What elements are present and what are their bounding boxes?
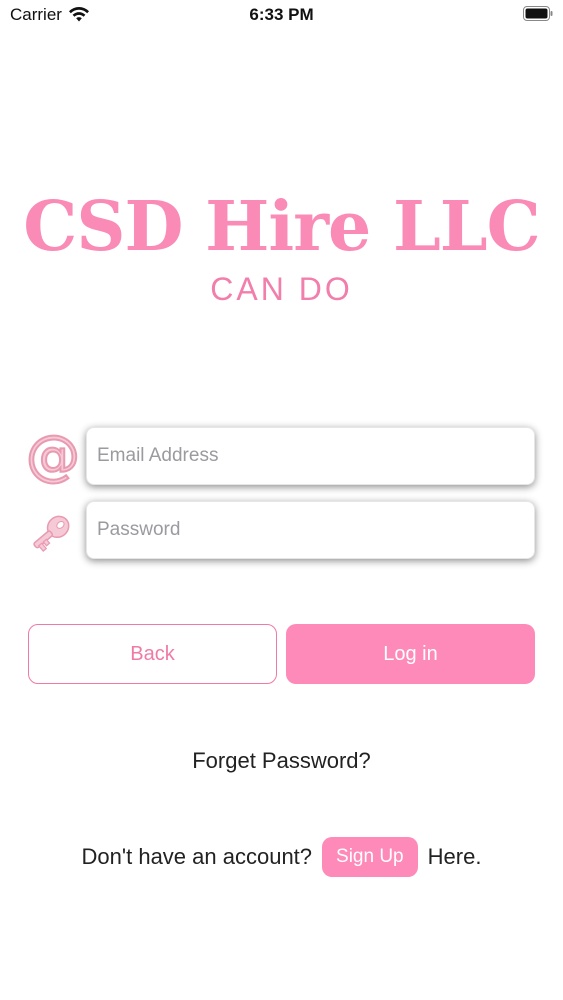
signup-row: Don't have an account? Sign Up Here. [0, 836, 563, 878]
status-bar: Carrier 6:33 PM [0, 0, 563, 30]
app-logo-subtitle: CAN DO [210, 271, 353, 307]
key-icon [33, 515, 70, 552]
app-logo-title: CSD Hire LLC [23, 187, 540, 267]
password-field[interactable] [86, 501, 535, 559]
battery-icon [523, 6, 553, 21]
back-button[interactable]: Back [28, 624, 277, 684]
at-sign-icon: @ [25, 424, 81, 487]
email-field[interactable] [86, 427, 535, 485]
clock: 6:33 PM [249, 5, 314, 24]
sign-up-button[interactable]: Sign Up [322, 837, 418, 877]
login-button[interactable]: Log in [286, 624, 535, 684]
signup-prefix-text: Don't have an account? [81, 844, 313, 869]
signup-suffix-text: Here. [427, 844, 482, 869]
back-button-label: Back [130, 642, 175, 665]
login-button-label: Log in [383, 642, 438, 665]
forgot-password-link[interactable]: Forget Password? [0, 748, 563, 774]
